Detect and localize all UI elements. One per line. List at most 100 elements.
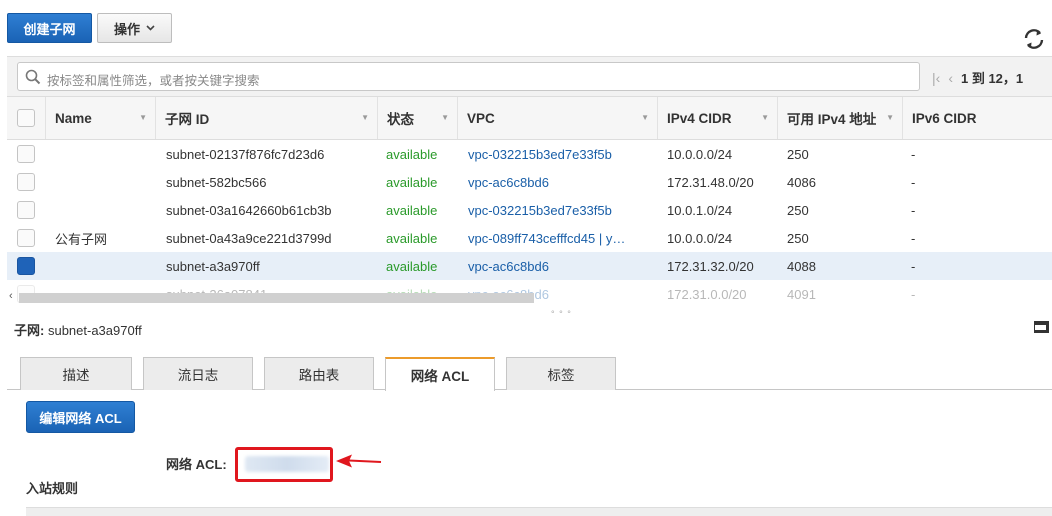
tab-tags-label: 标签 (547, 368, 575, 383)
create-subnet-button[interactable]: 创建子网 (7, 13, 92, 43)
header-ipv6-cidr-label: IPv6 CIDR (912, 110, 977, 126)
row-checkbox[interactable] (17, 252, 35, 280)
header-state-label: 状态 (387, 112, 414, 127)
dropdown-caret-icon (146, 25, 155, 31)
panel-toggle-icon[interactable] (1034, 321, 1049, 333)
cell-avail: 250 (787, 146, 809, 162)
scroll-left-icon[interactable]: ‹ (9, 290, 13, 302)
tab-network-acl-label: 网络 ACL (410, 369, 470, 384)
row-checkbox[interactable] (17, 168, 35, 196)
header-vpc-label: VPC (467, 110, 495, 126)
actions-label: 操作 (113, 21, 140, 37)
row-checkbox[interactable] (17, 224, 35, 252)
cell-vpc[interactable]: vpc-089ff743cefffcd45 | y… (468, 224, 625, 252)
horizontal-scrollbar[interactable]: ‹ (7, 290, 1052, 306)
cell-ipv6: - (911, 174, 916, 190)
cell-subnet: subnet-03a1642660b61cb3b (166, 202, 332, 218)
tab-route-table[interactable]: 路由表 (264, 357, 374, 390)
tab-description-label: 描述 (62, 368, 90, 383)
tab-flow-logs-label: 流日志 (177, 368, 219, 383)
prev-page-icon[interactable]: ‹ (948, 70, 953, 86)
cell-avail: 4088 (787, 258, 816, 274)
tab-description[interactable]: 描述 (20, 357, 132, 390)
cell-vpc[interactable]: vpc-ac6c8bd6 (468, 252, 549, 280)
header-name-label: Name (55, 110, 92, 126)
detail-tabs: 描述 流日志 路由表 网络 ACL 标签 (7, 357, 1052, 391)
cell-cidr: 172.31.48.0/20 (667, 174, 754, 190)
cell-ipv6: - (911, 202, 916, 218)
cell-subnet: subnet-02137f876fc7d23d6 (166, 146, 325, 162)
checkbox-box[interactable] (17, 257, 35, 275)
cell-ipv6: - (911, 230, 916, 246)
header-name[interactable]: Name ▼ (45, 97, 155, 139)
tab-network-acl[interactable]: 网络 ACL (385, 357, 495, 391)
tab-flow-logs[interactable]: 流日志 (143, 357, 253, 390)
checkbox-box[interactable] (17, 229, 35, 247)
cell-state: available (386, 258, 438, 274)
table-row[interactable]: 公有子网 subnet-0a43a9ce221d3799d available vpc… (7, 224, 1052, 252)
table-row[interactable]: subnet-03a1642660b61cb3b available vpc-032… (7, 196, 1052, 224)
cell-cidr: 10.0.0.0/24 (667, 146, 733, 162)
refresh-icon[interactable] (1022, 27, 1046, 51)
search-icon (25, 69, 41, 85)
table-row[interactable]: subnet-a3a970ff available vpc-ac6c8bd6 172.… (7, 252, 1052, 280)
inbound-rules-heading: 入站规则 (26, 481, 79, 496)
edit-network-acl-label: 编辑网络 ACL (39, 410, 122, 426)
detail-title: 子网: subnet-a3a970ff (14, 320, 142, 339)
resize-grip-icon[interactable]: ° ° ° (551, 309, 572, 319)
pager-text: 1 到 12，1 (960, 71, 1024, 86)
create-subnet-label: 创建子网 (23, 21, 76, 37)
detail-label: 子网: (14, 323, 45, 338)
cell-subnet: subnet-582bc566 (166, 174, 267, 190)
cell-state: available (386, 174, 438, 190)
cell-ipv6: - (911, 146, 916, 162)
first-page-icon[interactable]: |‹ (932, 70, 940, 86)
top-toolbar: 创建子网 操作 (0, 0, 1052, 56)
search-input[interactable]: 按标签和属性筛选，或者按关键字搜索 (17, 62, 920, 91)
header-subnet-id-label: 子网 ID (165, 112, 210, 127)
checkbox-box[interactable] (17, 173, 35, 191)
scrollbar-thumb[interactable] (19, 293, 534, 303)
header-ipv4-cidr[interactable]: IPv4 CIDR ▼ (657, 97, 777, 139)
table-header: Name ▼ 子网 ID ▼ 状态 ▼ VPC ▼ IPv4 CIDR ▼ 可用 IPv4… (7, 96, 1052, 140)
cell-ipv6: - (911, 258, 916, 274)
filter-bar: 按标签和属性筛选，或者按关键字搜索 |‹ ‹ 1 到 12，1 (7, 56, 1052, 96)
acl-label: 网络 ACL: (166, 457, 227, 472)
cell-state: available (386, 202, 438, 218)
pagination: |‹ ‹ 1 到 12，1 (932, 68, 1023, 87)
cell-cidr: 172.31.32.0/20 (667, 258, 754, 274)
checkbox-box[interactable] (17, 201, 35, 219)
cell-cidr: 10.0.1.0/24 (667, 202, 733, 218)
cell-name: 公有子网 (55, 231, 108, 247)
annotation-highlight-box (235, 447, 333, 482)
cell-state: available (386, 146, 438, 162)
cell-avail: 4086 (787, 174, 816, 190)
row-checkbox[interactable] (17, 140, 35, 168)
tab-tags[interactable]: 标签 (506, 357, 616, 390)
acl-panel: 编辑网络 ACL 网络 ACL: 入站规则 (7, 390, 1052, 516)
cell-avail: 250 (787, 202, 809, 218)
rules-table-top (26, 507, 1052, 516)
cell-vpc[interactable]: vpc-ac6c8bd6 (468, 168, 549, 196)
cell-subnet: subnet-a3a970ff (166, 258, 260, 274)
header-available-ipv4-label: 可用 IPv4 地址 (787, 112, 877, 127)
select-all-checkbox[interactable] (7, 97, 45, 139)
row-checkbox[interactable] (17, 196, 35, 224)
header-available-ipv4[interactable]: 可用 IPv4 地址 ▼ (777, 97, 902, 139)
cell-state: available (386, 230, 438, 246)
cell-cidr: 10.0.0.0/24 (667, 230, 733, 246)
header-ipv6-cidr[interactable]: IPv6 CIDR (902, 97, 1052, 139)
header-state[interactable]: 状态 ▼ (377, 97, 457, 139)
header-ipv4-cidr-label: IPv4 CIDR (667, 110, 732, 126)
cell-vpc[interactable]: vpc-032215b3ed7e33f5b (468, 140, 612, 168)
search-placeholder: 按标签和属性筛选，或者按关键字搜索 (47, 74, 260, 88)
header-subnet-id[interactable]: 子网 ID ▼ (155, 97, 377, 139)
actions-button[interactable]: 操作 (97, 13, 172, 43)
table-row[interactable]: subnet-02137f876fc7d23d6 available vpc-032… (7, 140, 1052, 168)
checkbox-box[interactable] (17, 145, 35, 163)
edit-network-acl-button[interactable]: 编辑网络 ACL (26, 401, 135, 433)
header-vpc[interactable]: VPC ▼ (457, 97, 657, 139)
detail-value: subnet-a3a970ff (47, 323, 142, 338)
cell-vpc[interactable]: vpc-032215b3ed7e33f5b (468, 196, 612, 224)
table-row[interactable]: subnet-582bc566 available vpc-ac6c8bd6 172.… (7, 168, 1052, 196)
